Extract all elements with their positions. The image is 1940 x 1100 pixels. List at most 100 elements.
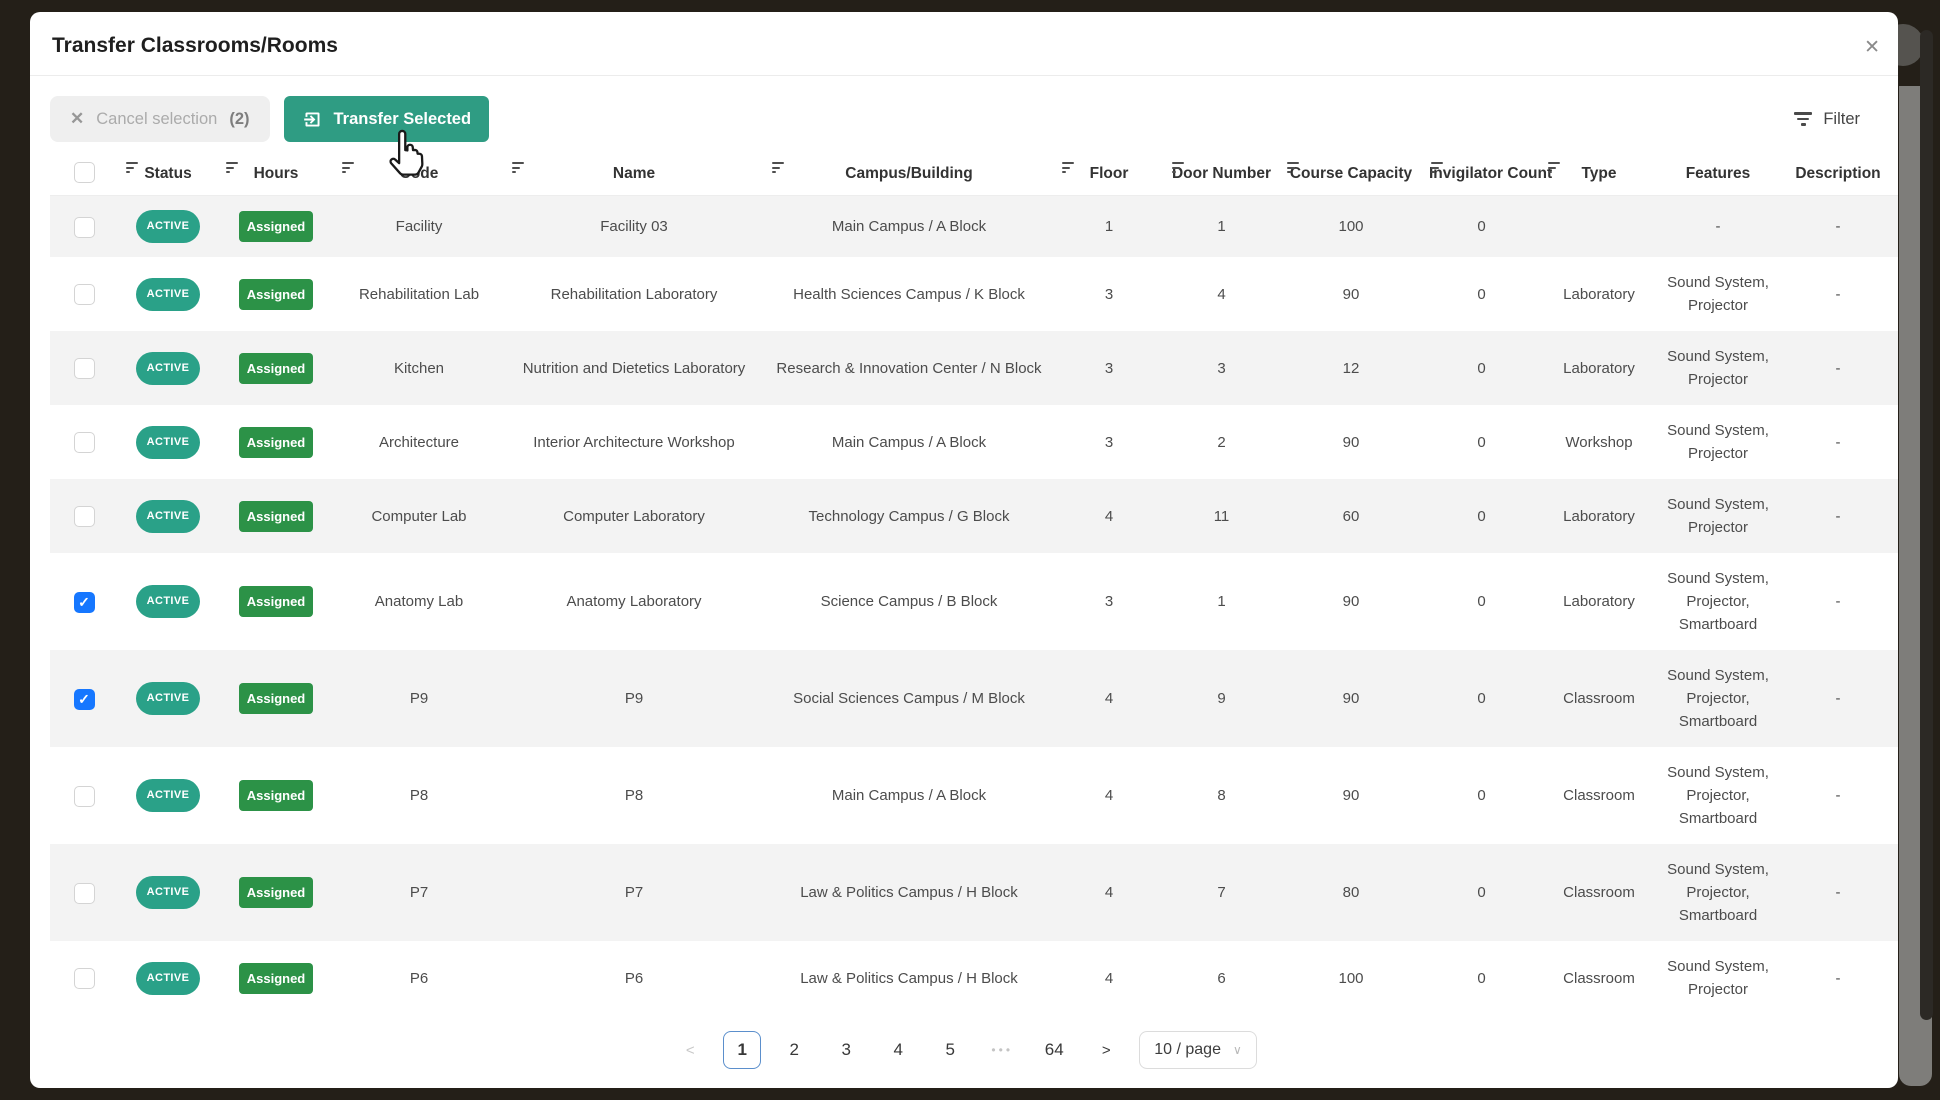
status-badge: ACTIVE <box>136 352 201 385</box>
cell-campus: Health Sciences Campus / K Block <box>764 257 1054 331</box>
hours-badge: Assigned <box>239 279 314 310</box>
table-row[interactable]: ACTIVEAssignedComputer LabComputer Labor… <box>50 479 1898 553</box>
cell-type <box>1540 196 1658 258</box>
table-row[interactable]: ACTIVEAssignedP9P9Social Sciences Campus… <box>50 650 1898 747</box>
pagination-page-4[interactable]: 4 <box>879 1031 917 1069</box>
cell-code: P9 <box>334 650 504 747</box>
row-checkbox[interactable] <box>74 284 95 305</box>
cell-floor: 3 <box>1054 257 1164 331</box>
pagination-ellipsis[interactable]: ••• <box>983 1031 1021 1069</box>
cell-floor: 4 <box>1054 747 1164 844</box>
cell-door: 11 <box>1164 479 1279 553</box>
cell-invigilators: 0 <box>1423 747 1540 844</box>
column-filter-icon[interactable] <box>342 161 354 175</box>
transfer-selected-button[interactable]: Transfer Selected <box>284 96 490 142</box>
cell-code: Architecture <box>334 405 504 479</box>
cell-campus: Main Campus / A Block <box>764 747 1054 844</box>
column-header-features: Features <box>1658 158 1778 196</box>
cell-name: Nutrition and Dietetics Laboratory <box>504 331 764 405</box>
table-row[interactable]: ACTIVEAssignedKitchenNutrition and Diete… <box>50 331 1898 405</box>
cell-capacity: 100 <box>1279 196 1423 258</box>
pagination-prev[interactable]: < <box>671 1031 709 1069</box>
cell-invigilators: 0 <box>1423 257 1540 331</box>
table-row[interactable]: ACTIVEAssignedAnatomy LabAnatomy Laborat… <box>50 553 1898 650</box>
row-checkbox[interactable] <box>74 592 95 613</box>
cell-code: Anatomy Lab <box>334 553 504 650</box>
cell-code: Facility <box>334 196 504 258</box>
column-filter-icon[interactable] <box>1062 161 1074 175</box>
row-checkbox[interactable] <box>74 786 95 807</box>
cell-door: 1 <box>1164 553 1279 650</box>
hours-badge: Assigned <box>239 963 314 994</box>
row-checkbox[interactable] <box>74 358 95 379</box>
status-badge: ACTIVE <box>136 779 201 812</box>
column-filter-icon[interactable] <box>772 161 784 175</box>
cell-floor: 3 <box>1054 331 1164 405</box>
column-filter-icon[interactable] <box>1548 161 1560 175</box>
cell-capacity: 90 <box>1279 553 1423 650</box>
table-row[interactable]: ACTIVEAssignedArchitectureInterior Archi… <box>50 405 1898 479</box>
cell-description: - <box>1778 747 1898 844</box>
row-checkbox[interactable] <box>74 883 95 904</box>
column-header-floor: Floor <box>1054 158 1164 196</box>
page-scrollbar-thumb[interactable] <box>1920 30 1933 1020</box>
cell-code: Rehabilitation Lab <box>334 257 504 331</box>
row-checkbox[interactable] <box>74 432 95 453</box>
filter-button[interactable]: Filter <box>1794 110 1860 129</box>
column-filter-icon[interactable] <box>1172 161 1184 175</box>
cell-capacity: 90 <box>1279 650 1423 747</box>
cell-capacity: 100 <box>1279 941 1423 1015</box>
table-row[interactable]: ACTIVEAssignedP7P7Law & Politics Campus … <box>50 844 1898 941</box>
cell-type: Workshop <box>1540 405 1658 479</box>
table-row[interactable]: ACTIVEAssignedP8P8Main Campus / A Block4… <box>50 747 1898 844</box>
pagination-next[interactable]: > <box>1087 1031 1125 1069</box>
cell-name: Rehabilitation Laboratory <box>504 257 764 331</box>
close-icon[interactable]: ✕ <box>1864 38 1880 57</box>
cancel-selection-label: Cancel selection <box>96 110 217 129</box>
cell-floor: 3 <box>1054 553 1164 650</box>
cell-name: Anatomy Laboratory <box>504 553 764 650</box>
column-filter-icon[interactable] <box>226 161 238 175</box>
pagination-page-1[interactable]: 1 <box>723 1031 761 1069</box>
column-header-course-capacity: Course Capacity <box>1279 158 1423 196</box>
cell-capacity: 90 <box>1279 405 1423 479</box>
cell-campus: Social Sciences Campus / M Block <box>764 650 1054 747</box>
filter-lines-icon <box>1794 110 1812 127</box>
page-size-select[interactable]: 10 / page∨ <box>1139 1031 1257 1069</box>
row-checkbox[interactable] <box>74 689 95 710</box>
row-checkbox[interactable] <box>74 968 95 989</box>
pagination-page-5[interactable]: 5 <box>931 1031 969 1069</box>
cell-features: Sound System, Projector, Smartboard <box>1658 650 1778 747</box>
status-badge: ACTIVE <box>136 278 201 311</box>
row-checkbox[interactable] <box>74 506 95 527</box>
cell-name: Facility 03 <box>504 196 764 258</box>
column-header-type: Type <box>1540 158 1658 196</box>
table-row[interactable]: ACTIVE Assigned Rehabilitation LabRehabili… <box>50 257 1898 331</box>
row-checkbox[interactable] <box>74 217 95 238</box>
status-badge: ACTIVE <box>136 500 201 533</box>
column-header-door-number: Door Number <box>1164 158 1279 196</box>
table-row[interactable]: ACTIVEAssignedP6P6Law & Politics Campus … <box>50 941 1898 1015</box>
pagination-page-3[interactable]: 3 <box>827 1031 865 1069</box>
column-filter-icon[interactable] <box>1287 161 1299 175</box>
pagination-page-64[interactable]: 64 <box>1035 1031 1073 1069</box>
cell-campus: Law & Politics Campus / H Block <box>764 941 1054 1015</box>
column-filter-icon[interactable] <box>126 161 138 175</box>
cell-code: P8 <box>334 747 504 844</box>
cell-features: Sound System, Projector, Smartboard <box>1658 747 1778 844</box>
cell-code: P6 <box>334 941 504 1015</box>
select-all-checkbox[interactable] <box>74 162 95 183</box>
cancel-selection-button[interactable]: ✕ Cancel selection (2) <box>50 96 270 142</box>
table-header-row: StatusHoursCodeNameCampus/BuildingFloorD… <box>50 158 1898 196</box>
column-filter-icon[interactable] <box>512 161 524 175</box>
pagination-page-2[interactable]: 2 <box>775 1031 813 1069</box>
hours-badge: Assigned <box>239 780 314 811</box>
transfer-classrooms-modal: Transfer Classrooms/Rooms ✕ ✕ Cancel sel… <box>30 12 1898 1088</box>
column-filter-icon[interactable] <box>1431 161 1443 175</box>
cell-campus: Research & Innovation Center / N Block <box>764 331 1054 405</box>
cell-features: Sound System, Projector <box>1658 257 1778 331</box>
cell-description: - <box>1778 479 1898 553</box>
table-row[interactable]: ACTIVEAssignedFacilityFacility 03Main Ca… <box>50 196 1898 258</box>
cell-description: - <box>1778 941 1898 1015</box>
toolbar: ✕ Cancel selection (2) Transfer Selected… <box>30 76 1898 154</box>
